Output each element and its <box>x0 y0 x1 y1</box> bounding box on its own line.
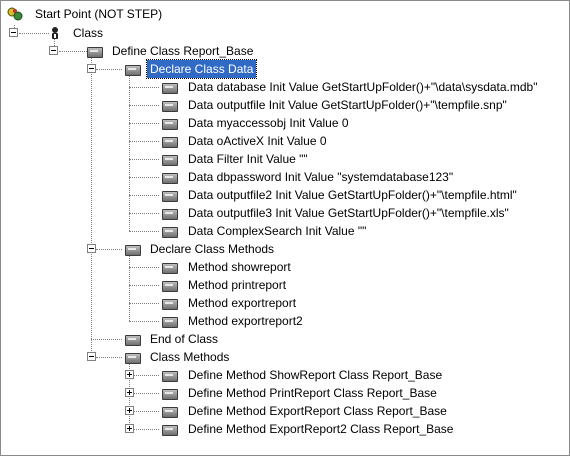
step-icon <box>162 299 178 310</box>
tree-node-label: Define Method PrintReport Class Report_B… <box>188 386 437 400</box>
tree-line <box>129 105 159 106</box>
tree-line <box>134 429 159 430</box>
tree-node-label: Data ComplexSearch Init Value "" <box>188 224 367 238</box>
tree-line <box>134 411 159 412</box>
tree-line <box>134 375 159 376</box>
tree-line <box>129 177 159 178</box>
step-icon <box>162 371 178 382</box>
class-icon <box>49 26 61 40</box>
tree-line <box>129 159 159 160</box>
tree-node-label: Method exportreport2 <box>188 314 303 328</box>
step-icon <box>125 353 141 364</box>
tree-line <box>129 123 159 124</box>
tree-node-label: Data database Init Value GetStartUpFolde… <box>188 80 538 94</box>
step-icon <box>162 173 178 184</box>
tree-node-label: Data outputfile2 Init Value GetStartUpFo… <box>188 188 517 202</box>
tree-line <box>59 51 87 52</box>
step-icon <box>162 209 178 220</box>
step-icon <box>162 119 178 130</box>
step-icon <box>125 245 141 256</box>
tree-line <box>129 231 159 232</box>
step-icon <box>125 65 141 76</box>
tree-node-label: Method exportreport <box>188 296 297 310</box>
step-icon <box>162 101 178 112</box>
expand-toggle-icon[interactable] <box>125 424 134 433</box>
tree-line <box>129 267 159 268</box>
tree-node-label: Class <box>73 26 104 40</box>
step-icon <box>162 83 178 94</box>
tree-node-label: Declare Class Data <box>145 59 258 79</box>
step-icon <box>162 425 178 436</box>
tree-line <box>129 254 130 321</box>
tree-node-label: Data Filter Init Value "" <box>188 152 308 166</box>
tree-node-label: Method showreport <box>188 260 291 274</box>
start-point-icon <box>7 7 23 21</box>
tree-line <box>129 74 130 231</box>
tree-line <box>96 357 122 358</box>
tree-node-label: Data outputfile Init Value GetStartUpFol… <box>188 98 507 112</box>
collapse-toggle-icon[interactable] <box>49 46 58 55</box>
tree-node-label: End of Class <box>150 332 219 346</box>
tree-line <box>134 393 159 394</box>
expand-toggle-icon[interactable] <box>125 370 134 379</box>
tree-line <box>96 249 122 250</box>
tree-node-label: Define Method ExportReport Class Report_… <box>188 404 447 418</box>
step-icon <box>162 137 178 148</box>
tree-node-label: Data myaccessobj Init Value 0 <box>188 116 349 130</box>
tree-line <box>129 195 159 196</box>
tree-line <box>129 285 159 286</box>
tree-node-label: Start Point (NOT STEP) <box>35 7 163 21</box>
tree-line <box>129 87 159 88</box>
step-icon <box>162 281 178 292</box>
collapse-toggle-icon[interactable] <box>87 64 96 73</box>
step-icon <box>162 389 178 400</box>
tree-line <box>96 69 122 70</box>
collapse-toggle-icon[interactable] <box>87 244 96 253</box>
step-icon <box>162 155 178 166</box>
tree-line <box>129 303 159 304</box>
tree-line <box>129 213 159 214</box>
tree-line <box>19 33 49 34</box>
tree-node-label: Class Methods <box>150 350 230 364</box>
tree-line <box>129 141 159 142</box>
tree-node-label: Define Class Report_Base <box>112 44 254 58</box>
tree-line <box>91 56 92 357</box>
tree-node-label: Data oActiveX Init Value 0 <box>188 134 327 148</box>
tree-node-label: Declare Class Methods <box>150 242 275 256</box>
tree-line <box>129 321 159 322</box>
tree-node-label: Data dbpassword Init Value "systemdataba… <box>188 170 454 184</box>
expand-toggle-icon[interactable] <box>125 388 134 397</box>
tree-node-label: Define Method ExportReport2 Class Report… <box>188 422 454 436</box>
collapse-toggle-icon[interactable] <box>9 28 18 37</box>
step-icon <box>162 227 178 238</box>
collapse-toggle-icon[interactable] <box>87 352 96 361</box>
step-icon <box>162 191 178 202</box>
step-icon <box>162 317 178 328</box>
tree-node-label: Method printreport <box>188 278 287 292</box>
tree-node-label: Data outputfile3 Init Value GetStartUpFo… <box>188 206 509 220</box>
tree-line <box>91 339 122 340</box>
step-icon <box>162 407 178 418</box>
tree-node-label: Define Method ShowReport Class Report_Ba… <box>188 368 443 382</box>
step-icon <box>125 335 141 346</box>
expand-toggle-icon[interactable] <box>125 406 134 415</box>
tree-view[interactable]: Start Point (NOT STEP) Class Define Clas… <box>0 0 570 456</box>
step-icon <box>87 47 103 58</box>
step-icon <box>162 263 178 274</box>
